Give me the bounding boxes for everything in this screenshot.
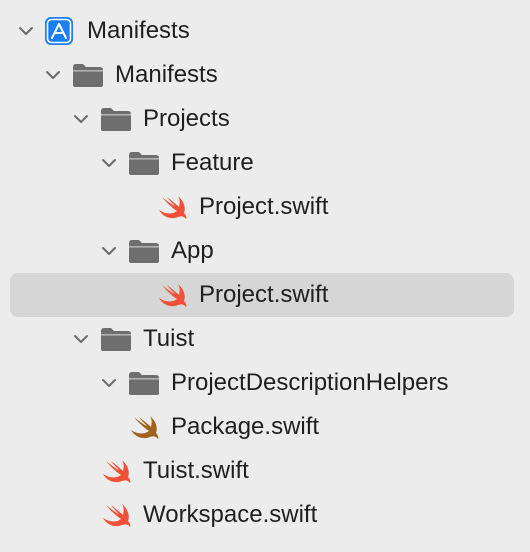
folder-icon: [129, 240, 159, 263]
xcode-project-icon: [45, 17, 73, 45]
tree-row-app[interactable]: App: [0, 229, 530, 273]
chevron-down-icon[interactable]: [73, 331, 89, 347]
chevron-down-icon[interactable]: [101, 243, 117, 259]
tree-row-label: Tuist.swift: [143, 457, 249, 484]
tree-row-package-swift[interactable]: Package.swift: [0, 405, 530, 449]
swift-file-icon: [159, 196, 187, 219]
tree-row-label: Feature: [171, 149, 254, 176]
tree-row-projects[interactable]: Projects: [0, 97, 530, 141]
swift-file-icon: [159, 284, 187, 307]
chevron-down-icon[interactable]: [73, 111, 89, 127]
swift-file-icon: [103, 504, 131, 527]
tree-row-label: Workspace.swift: [143, 501, 318, 528]
chevron-down-icon[interactable]: [45, 67, 61, 83]
tree-row-tuist[interactable]: Tuist: [0, 317, 530, 361]
tree-row-feature-project-swift[interactable]: Project.swift: [0, 185, 530, 229]
tree-row-label: Package.swift: [171, 413, 320, 440]
tree-row-tuist-swift[interactable]: Tuist.swift: [0, 449, 530, 493]
tree-row-label: App: [171, 237, 214, 264]
tree-row-label: ProjectDescriptionHelpers: [171, 369, 449, 396]
tree-row-label: Project.swift: [199, 281, 329, 308]
tree-row-label: Manifests: [115, 61, 218, 88]
project-navigator: Manifests Manifests Projects Feature Pro…: [0, 0, 530, 552]
tree-row-manifests-folder[interactable]: Manifests: [0, 53, 530, 97]
tree-row-label: Project.swift: [199, 193, 329, 220]
tree-row-project-description-helpers[interactable]: ProjectDescriptionHelpers: [0, 361, 530, 405]
chevron-down-icon[interactable]: [18, 23, 34, 39]
tree-row-manifests-project[interactable]: Manifests: [0, 9, 530, 53]
tree-row-workspace-swift[interactable]: Workspace.swift: [0, 493, 530, 537]
folder-icon: [129, 152, 159, 175]
folder-icon: [101, 328, 131, 351]
tree-row-label: Tuist: [143, 325, 195, 352]
folder-icon: [73, 64, 103, 87]
swift-file-icon: [103, 460, 131, 483]
chevron-down-icon[interactable]: [101, 375, 117, 391]
chevron-down-icon[interactable]: [101, 155, 117, 171]
tree-row-label: Manifests: [87, 17, 190, 44]
tree-row-app-project-swift[interactable]: Project.swift: [0, 273, 530, 317]
folder-icon: [129, 372, 159, 395]
tree-row-label: Projects: [143, 105, 230, 132]
swift-package-icon: [131, 416, 159, 439]
tree-row-feature[interactable]: Feature: [0, 141, 530, 185]
folder-icon: [101, 108, 131, 131]
